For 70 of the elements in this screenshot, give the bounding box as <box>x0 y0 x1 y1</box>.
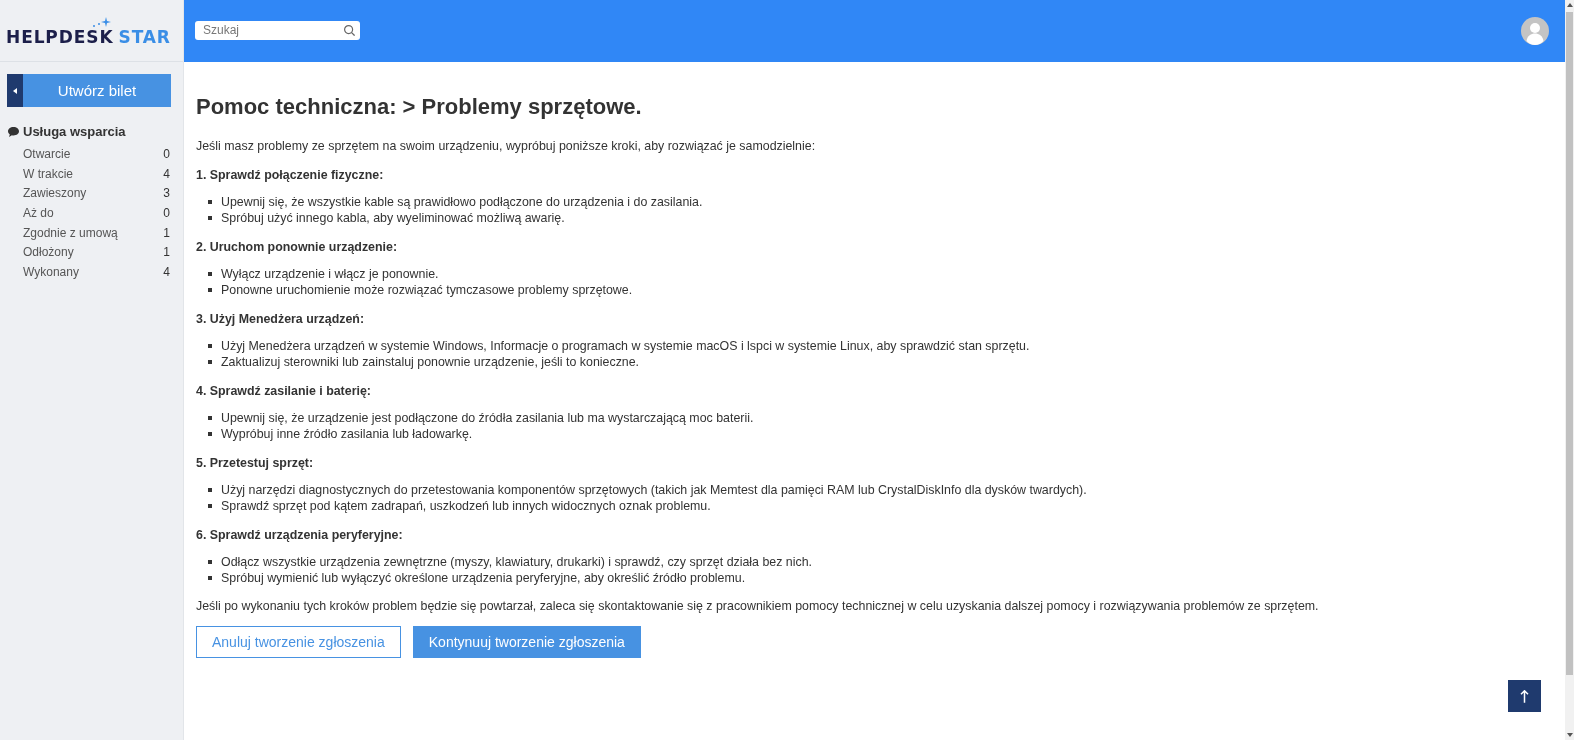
bullet-text: Upewnij się, że wszystkie kable są prawidłowo podłączone do urządzenia i do zasilania. <box>221 194 703 210</box>
sidebar-item-label: W trakcie <box>23 166 73 181</box>
sidebar-item-label: Zawieszony <box>23 186 87 201</box>
scrollbar-thumb[interactable] <box>1566 12 1573 675</box>
bullet-icon <box>208 200 212 204</box>
sidebar-item-count: 0 <box>163 146 170 161</box>
sidebar-item[interactable]: W trakcie 4 <box>8 163 170 184</box>
sidebar-item-count: 1 <box>163 245 170 260</box>
avatar-icon[interactable] <box>1521 17 1549 45</box>
logo-text: STAR <box>118 29 171 45</box>
scrollbar[interactable] <box>1565 0 1574 740</box>
page-title: Pomoc techniczna: > Problemy sprzętowe. <box>196 93 643 121</box>
sidebar-item-count: 1 <box>163 225 170 240</box>
sidebar-item-label: Aż do <box>23 205 54 220</box>
bullet-text: Spróbuj wymienić lub wyłączyć określone urządzenia peryferyjne, aby określić źródło problemu. <box>221 570 746 586</box>
step-heading: 4. Sprawdź zasilanie i baterię: <box>196 383 372 399</box>
bullet-text: Upewnij się, że urządzenie jest podłączone do źródła zasilania lub ma wystarczającą moc baterii. <box>221 410 754 426</box>
bullet-text: Zaktualizuj sterowniki lub zainstaluj ponownie urządzenie, jeśli to konieczne. <box>221 354 640 370</box>
step-heading: 3. Użyj Menedżera urządzeń: <box>196 311 365 327</box>
bullet-icon <box>208 504 212 508</box>
sidebar-item[interactable]: Odłożony 1 <box>8 242 170 263</box>
bullet-icon <box>208 432 212 436</box>
bullet-icon <box>208 488 212 492</box>
bullet-icon <box>208 272 212 276</box>
bullet-icon <box>208 344 212 348</box>
caret-left-icon <box>13 87 17 94</box>
sidebar-item[interactable]: Zgodnie z umową 1 <box>8 222 170 243</box>
arrow-up-icon <box>1520 689 1529 703</box>
step-heading: 6. Sprawdź urządzenia peryferyjne: <box>196 527 404 543</box>
bullet-text: Wypróbuj inne źródło zasilania lub ładowarkę. <box>221 426 473 442</box>
speech-bubble-icon <box>8 126 19 137</box>
logo-text: HELPDESK <box>6 29 114 45</box>
sparkle-icon <box>93 17 112 27</box>
bullet-icon <box>208 360 212 364</box>
sidebar-item[interactable]: Aż do 0 <box>8 203 170 223</box>
step-heading: 5. Przetestuj sprzęt: <box>196 455 315 471</box>
bullet-icon <box>208 216 212 220</box>
search-field[interactable]: Szukaj <box>195 20 360 40</box>
scroll-up-arrow-icon[interactable] <box>1566 3 1573 7</box>
bullet-text: Użyj Menedżera urządzeń w systemie Windows, Informacje o programach w systemie macOS i lspci w systemie Linux, aby sprawdzić stan sprzętu. <box>221 338 1030 354</box>
sidebar-item[interactable]: Zawieszony 3 <box>8 183 170 204</box>
bullet-text: Użyj narzędzi diagnostycznych do przetestowania komponentów sprzętowych (takich jak Memtest dla pamięci RAM lub CrystalDiskInfo dla dysków twardych). <box>221 482 1087 498</box>
bullet-text: Spróbuj użyć innego kabla, aby wyeliminować możliwą awarię. <box>221 210 565 226</box>
scroll-down-arrow-icon[interactable] <box>1566 733 1573 737</box>
sidebar-item-label: Wykonany <box>23 264 79 279</box>
bullet-icon <box>208 288 212 292</box>
bullet-icon <box>208 560 212 564</box>
bullet-text: Odłącz wszystkie urządzenia zewnętrzne (myszy, klawiatury, drukarki) i sprawdź, czy sprzęt działa bez nich. <box>221 554 813 570</box>
search-icon <box>344 24 355 36</box>
bullet-text: Ponowne uruchomienie może rozwiązać tymczasowe problemy sprzętowe. <box>221 282 633 298</box>
intro-text: Jeśli masz problemy ze sprzętem na swoim urządzeniu, wypróbuj poniższe kroki, aby rozwiązać je samodzielnie: <box>196 138 817 154</box>
closing-text: Jeśli po wykonaniu tych kroków problem będzie się powtarzał, zaleca się skontaktowanie się z pracownikiem pomocy technicznej w celu uzyskania dalszej pomocy i rozwiązywania problemów ze sprzętem. <box>196 598 1320 614</box>
bullet-icon <box>208 576 212 580</box>
sidebar-item-label: Otwarcie <box>23 146 71 161</box>
bullet-icon <box>208 416 212 420</box>
sidebar-item-count: 0 <box>163 205 170 220</box>
collapse-button[interactable] <box>7 74 23 107</box>
bullet-text: Wyłącz urządzenie i włącz je ponownie. <box>221 266 439 282</box>
sidebar-item-count: 4 <box>163 166 170 181</box>
section-title: Usługa wsparcia <box>23 124 126 139</box>
sidebar-item-count: 4 <box>163 264 170 279</box>
sidebar-item-count: 3 <box>163 186 170 201</box>
sidebar-item-label: Odłożony <box>23 245 74 260</box>
sidebar-item[interactable]: Otwarcie 0 <box>8 144 170 164</box>
sidebar-item-label: Zgodnie z umową <box>23 225 118 240</box>
step-heading: 1. Sprawdź połączenie fizyczne: <box>196 167 385 183</box>
bullet-text: Sprawdź sprzęt pod kątem zadrapań, uszkodzeń lub innych widocznych oznak problemu. <box>221 498 711 514</box>
scroll-to-top-button[interactable] <box>1508 680 1541 712</box>
sidebar-item[interactable]: Wykonany 4 <box>8 262 170 282</box>
step-heading: 2. Uruchom ponownie urządzenie: <box>196 239 399 255</box>
